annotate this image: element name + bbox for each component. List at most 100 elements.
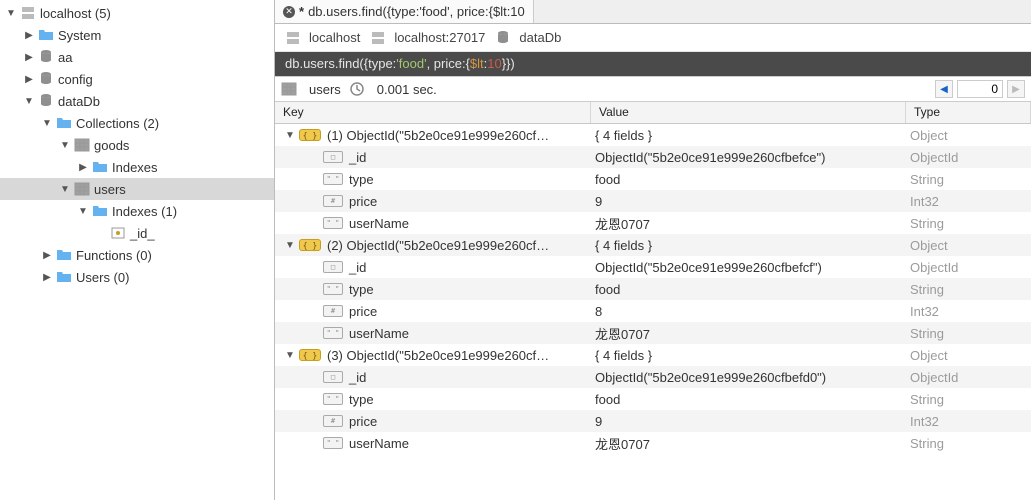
page-input[interactable] [957, 80, 1003, 98]
tree-root[interactable]: ▼ localhost (5) [0, 2, 274, 24]
cell-value: 龙恩0707 [591, 214, 906, 233]
db-icon [38, 71, 54, 87]
column-type[interactable]: Type [906, 102, 1031, 123]
result-field-row[interactable]: #price8Int32 [275, 300, 1031, 322]
result-field-row[interactable]: " "userName龙恩0707String [275, 432, 1031, 454]
tree-item[interactable]: ▶aa [0, 46, 274, 68]
editor-tab[interactable]: ✕ * db.users.find({type:'food', price:{$… [275, 0, 534, 23]
chevron-down-icon[interactable]: ▼ [283, 238, 297, 252]
cell-type: Int32 [906, 304, 1031, 319]
cell-type: String [906, 172, 1031, 187]
str-type-icon: " " [323, 327, 343, 339]
tree-item[interactable]: ▼ Collections (2) [0, 112, 274, 134]
query-editor[interactable]: db.users.find({type:'food', price:{$lt:1… [275, 52, 1031, 76]
result-field-row[interactable]: " "typefoodString [275, 278, 1031, 300]
result-body[interactable]: ▼{ }(1) ObjectId("5b2e0ce91e999e260cf…{ … [275, 124, 1031, 500]
main-panel: ✕ * db.users.find({type:'food', price:{$… [275, 0, 1031, 500]
server-icon [20, 5, 36, 21]
cell-key: _id [349, 370, 366, 385]
cell-type: ObjectId [906, 370, 1031, 385]
folder-icon [92, 203, 108, 219]
chevron-right-icon[interactable]: ▶ [40, 248, 54, 262]
chevron-right-icon[interactable]: ▶ [22, 50, 36, 64]
tree-item[interactable]: ▶Users (0) [0, 266, 274, 288]
tree-item-label: Indexes (1) [112, 204, 177, 219]
tree-item-label: config [58, 72, 93, 87]
tree-item-label: users [94, 182, 126, 197]
chevron-right-icon[interactable]: ▶ [22, 72, 36, 86]
page-next-button[interactable]: ▶ [1007, 80, 1025, 98]
object-icon: { } [299, 239, 321, 251]
chevron-right-icon[interactable]: ▶ [22, 28, 36, 42]
page-prev-button[interactable]: ◀ [935, 80, 953, 98]
cell-type: ObjectId [906, 150, 1031, 165]
tree-item[interactable]: ▼ dataDb [0, 90, 274, 112]
cell-key: userName [349, 326, 409, 341]
cell-value: { 4 fields } [591, 348, 906, 363]
tree-item[interactable]: ▼goods [0, 134, 274, 156]
grid-icon [74, 137, 90, 153]
crumb-connection[interactable]: localhost:27017 [370, 30, 485, 46]
chevron-down-icon[interactable]: ▼ [22, 94, 36, 108]
str-type-icon: " " [323, 393, 343, 405]
cell-value: food [591, 282, 906, 297]
chevron-down-icon[interactable]: ▼ [58, 138, 72, 152]
crumb-host[interactable]: localhost [285, 30, 360, 46]
result-field-row[interactable]: □_idObjectId("5b2e0ce91e999e260cfbefce")… [275, 146, 1031, 168]
spacer [94, 226, 108, 240]
tab-bar: ✕ * db.users.find({type:'food', price:{$… [275, 0, 1031, 24]
result-field-row[interactable]: #price9Int32 [275, 410, 1031, 432]
result-field-row[interactable]: □_idObjectId("5b2e0ce91e999e260cfbefd0")… [275, 366, 1031, 388]
tab-title: db.users.find({type:'food', price:{$lt:1… [308, 4, 525, 19]
db-icon [495, 30, 511, 46]
cell-key: (2) ObjectId("5b2e0ce91e999e260cf… [327, 238, 549, 253]
cell-key: price [349, 194, 377, 209]
tree-item-label: _id_ [130, 226, 155, 241]
chevron-down-icon[interactable]: ▼ [40, 116, 54, 130]
server-icon [370, 30, 386, 46]
folder-icon [56, 269, 72, 285]
result-field-row[interactable]: " "userName龙恩0707String [275, 212, 1031, 234]
result-field-row[interactable]: " "typefoodString [275, 388, 1031, 410]
cell-value: { 4 fields } [591, 238, 906, 253]
chevron-down-icon[interactable]: ▼ [283, 128, 297, 142]
tree-item[interactable]: ▼ Indexes (1) [0, 200, 274, 222]
oid-type-icon: □ [323, 151, 343, 163]
crumb-database[interactable]: dataDb [495, 30, 561, 46]
clock-icon [349, 81, 365, 97]
result-field-row[interactable]: " "userName龙恩0707String [275, 322, 1031, 344]
status-time: 0.001 sec. [377, 82, 437, 97]
sidebar-tree[interactable]: ▼ localhost (5) ▶System▶aa▶config▼dataDb… [0, 0, 275, 500]
tree-item-label: dataDb [58, 94, 100, 109]
chevron-down-icon[interactable]: ▼ [58, 182, 72, 196]
close-icon[interactable]: ✕ [283, 6, 295, 18]
chevron-right-icon[interactable]: ▶ [40, 270, 54, 284]
chevron-down-icon[interactable]: ▼ [76, 204, 90, 218]
key-icon [110, 225, 126, 241]
result-object-row[interactable]: ▼{ }(3) ObjectId("5b2e0ce91e999e260cf…{ … [275, 344, 1031, 366]
tree-item-label: Collections (2) [76, 116, 159, 131]
result-field-row[interactable]: #price9Int32 [275, 190, 1031, 212]
tree-item[interactable]: ▶ config [0, 68, 274, 90]
db-icon [38, 93, 54, 109]
tree-item[interactable]: ▶Functions (0) [0, 244, 274, 266]
str-type-icon: " " [323, 283, 343, 295]
result-object-row[interactable]: ▼{ }(1) ObjectId("5b2e0ce91e999e260cf…{ … [275, 124, 1031, 146]
str-type-icon: " " [323, 437, 343, 449]
cell-value: 8 [591, 304, 906, 319]
tree-item[interactable]: _id_ [0, 222, 274, 244]
chevron-down-icon[interactable]: ▼ [4, 6, 18, 20]
column-key[interactable]: Key [275, 102, 591, 123]
chevron-right-icon[interactable]: ▶ [76, 160, 90, 174]
cell-key: type [349, 392, 374, 407]
dirty-marker: * [299, 4, 304, 19]
result-object-row[interactable]: ▼{ } (2) ObjectId("5b2e0ce91e999e260cf… { … [275, 234, 1031, 256]
chevron-down-icon[interactable]: ▼ [283, 348, 297, 362]
tree-item[interactable]: ▶System [0, 24, 274, 46]
result-field-row[interactable]: □_idObjectId("5b2e0ce91e999e260cfbefcf")… [275, 256, 1031, 278]
tree-item[interactable]: ▼ users [0, 178, 274, 200]
status-collection: users [309, 82, 341, 97]
column-value[interactable]: Value [591, 102, 906, 123]
result-field-row[interactable]: " "typefoodString [275, 168, 1031, 190]
tree-item[interactable]: ▶Indexes [0, 156, 274, 178]
